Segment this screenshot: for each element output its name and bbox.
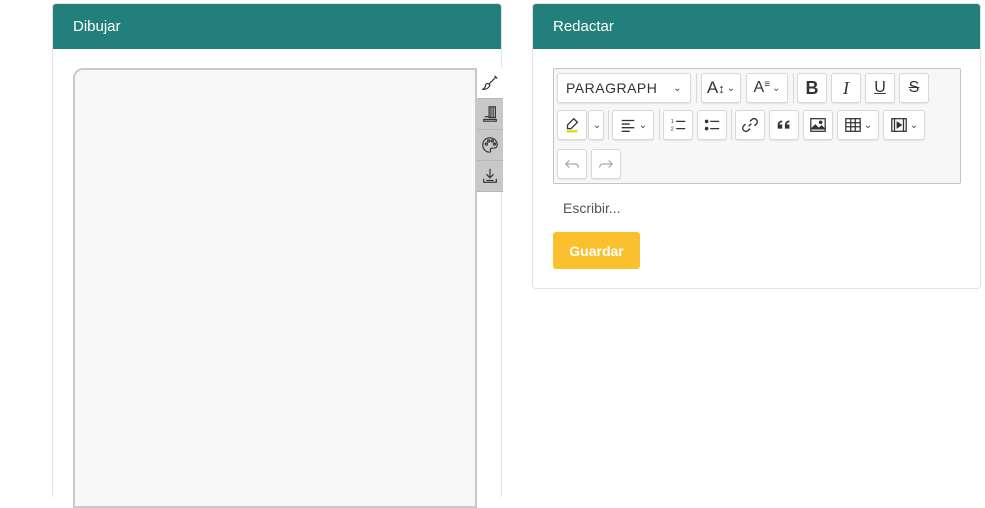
draw-panel-header: Dibujar xyxy=(53,4,501,49)
chevron-down-icon: ⌄ xyxy=(638,119,648,131)
write-panel: Redactar PARAGRAPH ⌄ A↕ ⌄ A≡ ⌄ B I U S ⌄… xyxy=(532,3,981,289)
media-icon xyxy=(890,118,907,132)
drawing-canvas[interactable] xyxy=(73,68,477,508)
chevron-down-icon: ⌄ xyxy=(592,119,602,131)
link-button[interactable] xyxy=(735,110,765,140)
insert-media-dropdown[interactable]: ⌄ xyxy=(883,110,925,140)
editor-content-area[interactable]: Escribir... xyxy=(563,200,621,216)
redo-button[interactable] xyxy=(591,149,621,179)
chevron-down-icon: ⌄ xyxy=(909,119,919,131)
numbered-list-button[interactable]: 1 2 xyxy=(663,110,693,140)
sharpen-icon xyxy=(483,106,497,122)
draw-panel-title: Dibujar xyxy=(73,18,121,35)
draw-panel: Dibujar xyxy=(52,3,503,508)
image-icon xyxy=(810,118,826,132)
write-panel-title: Redactar xyxy=(553,18,614,35)
strikethrough-button[interactable]: S xyxy=(899,73,929,103)
insert-image-button[interactable] xyxy=(803,110,833,140)
highlight-color-dropdown[interactable]: ⌄ xyxy=(588,110,604,140)
underline-icon: U xyxy=(874,79,886,96)
blockquote-button[interactable] xyxy=(769,110,799,140)
toolbar-divider xyxy=(696,73,697,103)
drawing-tools xyxy=(477,68,503,192)
chevron-down-icon: ⌄ xyxy=(863,119,873,131)
quote-icon xyxy=(777,120,790,129)
download-icon xyxy=(483,168,497,183)
italic-icon: I xyxy=(843,77,849,98)
bulleted-list-button[interactable] xyxy=(697,110,727,140)
insert-table-dropdown[interactable]: ⌄ xyxy=(837,110,879,140)
rich-text-toolbar: PARAGRAPH ⌄ A↕ ⌄ A≡ ⌄ B I U S ⌄ ⌄ 1 2 ⌄ … xyxy=(553,68,961,184)
text-format-icon: A≡ xyxy=(753,79,771,96)
bold-icon: B xyxy=(805,77,819,98)
italic-button[interactable]: I xyxy=(831,73,861,103)
svg-text:1: 1 xyxy=(671,119,674,125)
palette-icon xyxy=(482,137,498,153)
toolbar-divider xyxy=(608,110,609,140)
toolbar-divider xyxy=(659,110,660,140)
alignment-dropdown[interactable]: ⌄ xyxy=(612,110,654,140)
brush-icon xyxy=(481,75,498,90)
table-icon xyxy=(844,118,861,132)
svg-text:2: 2 xyxy=(671,126,674,132)
write-panel-header: Redactar xyxy=(533,4,980,49)
toolbar-divider xyxy=(793,73,794,103)
download-tool-button[interactable] xyxy=(477,161,503,192)
align-left-icon xyxy=(621,119,635,132)
chevron-down-icon: ⌄ xyxy=(726,82,736,94)
save-button[interactable]: Guardar xyxy=(553,232,640,269)
palette-tool-button[interactable] xyxy=(477,130,503,161)
font-size-dropdown[interactable]: A↕ ⌄ xyxy=(701,73,741,103)
sharpen-tool-button[interactable] xyxy=(477,99,503,130)
highlight-button[interactable] xyxy=(557,110,587,140)
paragraph-style-dropdown[interactable]: PARAGRAPH ⌄ xyxy=(557,73,691,103)
link-icon xyxy=(742,117,758,133)
bulleted-list-icon xyxy=(704,119,720,131)
numbered-list-icon: 1 2 xyxy=(671,119,686,132)
brush-tool-button[interactable] xyxy=(477,68,503,99)
paragraph-style-label: PARAGRAPH xyxy=(566,80,658,96)
chevron-down-icon: ⌄ xyxy=(772,82,781,94)
redo-icon xyxy=(599,159,614,169)
chevron-down-icon: ⌄ xyxy=(673,82,682,94)
strikethrough-icon: S xyxy=(908,79,920,96)
font-size-icon: A↕ xyxy=(706,78,725,97)
toolbar-divider xyxy=(731,110,732,140)
undo-icon xyxy=(564,159,579,169)
text-format-dropdown[interactable]: A≡ ⌄ xyxy=(746,73,788,103)
undo-button[interactable] xyxy=(557,149,587,179)
underline-button[interactable]: U xyxy=(865,73,895,103)
bold-button[interactable]: B xyxy=(797,73,827,103)
highlighter-icon xyxy=(566,117,579,133)
